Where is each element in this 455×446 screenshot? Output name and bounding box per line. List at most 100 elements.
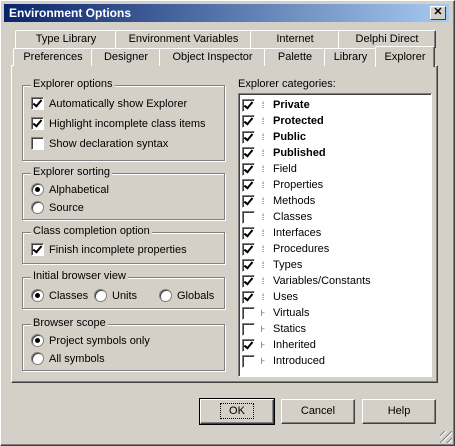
ok-button-label: OK: [220, 403, 254, 419]
node-icon: ⁞: [261, 180, 265, 190]
list-item[interactable]: ⁞ Protected: [242, 113, 324, 129]
tab-internet[interactable]: Internet: [250, 30, 340, 48]
tab-library[interactable]: Library: [324, 48, 377, 66]
checkbox-icon[interactable]: [242, 322, 255, 336]
list-item-label: Published: [273, 147, 326, 159]
list-item[interactable]: ⁞ Methods: [242, 193, 315, 209]
checkbox-icon[interactable]: [242, 194, 255, 208]
list-item-label: Public: [273, 131, 307, 143]
list-item-label: Introduced: [273, 355, 325, 367]
auto-show-explorer-checkbox[interactable]: Automatically show Explorer: [31, 97, 187, 110]
ok-button[interactable]: OK: [199, 398, 275, 425]
scope-project-symbols-radio[interactable]: Project symbols only: [31, 334, 150, 347]
list-item[interactable]: ⁞ Published: [242, 145, 326, 161]
node-icon: ⁞: [261, 148, 265, 158]
node-icon: ⁞: [261, 164, 265, 174]
cancel-button[interactable]: Cancel: [281, 399, 355, 424]
checkbox-icon[interactable]: [242, 258, 255, 272]
checkbox-icon[interactable]: [242, 226, 255, 240]
close-button[interactable]: ✕: [430, 6, 446, 20]
tab-type-library[interactable]: Type Library: [15, 30, 117, 48]
radio-icon[interactable]: [159, 289, 172, 302]
radio-icon[interactable]: [94, 289, 107, 302]
radio-icon[interactable]: [31, 183, 44, 196]
list-item[interactable]: ⊦ Statics: [242, 321, 306, 337]
list-item-label: Variables/Constants: [273, 275, 371, 287]
checkbox-icon[interactable]: [242, 130, 255, 144]
list-item[interactable]: ⁞ Types: [242, 257, 302, 273]
radio-icon[interactable]: [31, 289, 44, 302]
tab-object-inspector[interactable]: Object Inspector: [159, 48, 266, 66]
tab-designer[interactable]: Designer: [91, 48, 161, 66]
checkbox-icon[interactable]: [242, 146, 255, 160]
view-classes-label: Classes: [49, 289, 89, 302]
checkbox-icon[interactable]: [242, 274, 255, 288]
node-icon: ⁞: [261, 228, 265, 238]
sort-alphabetical-radio[interactable]: Alphabetical: [31, 183, 109, 196]
view-units-radio[interactable]: Units: [94, 289, 137, 302]
class-completion-group: Class completion option Finish incomplet…: [22, 225, 225, 264]
checkbox-icon[interactable]: [242, 210, 255, 224]
checkbox-icon[interactable]: [242, 290, 255, 304]
checkbox-icon[interactable]: [242, 306, 255, 320]
finish-incomplete-properties-checkbox[interactable]: Finish incomplete properties: [31, 243, 187, 256]
tab-explorer[interactable]: Explorer: [375, 46, 435, 67]
checkbox-icon[interactable]: [242, 178, 255, 192]
list-item[interactable]: ⊦ Introduced: [242, 353, 325, 369]
tab-preferences[interactable]: Preferences: [13, 48, 93, 66]
scope-all-symbols-radio[interactable]: All symbols: [31, 352, 105, 365]
node-icon: ⁞: [261, 212, 265, 222]
highlight-incomplete-label: Highlight incomplete class items: [49, 117, 206, 130]
title-bar[interactable]: Environment Options ✕: [4, 4, 449, 22]
list-item[interactable]: ⊦ Virtuals: [242, 305, 309, 321]
show-declaration-syntax-label: Show declaration syntax: [49, 137, 169, 150]
highlight-incomplete-checkbox[interactable]: Highlight incomplete class items: [31, 117, 206, 130]
list-item[interactable]: ⁞ Procedures: [242, 241, 329, 257]
checkbox-icon[interactable]: [242, 338, 255, 352]
list-item-label: Field: [273, 163, 297, 175]
environment-options-dialog: Environment Options ✕ Type Library Envir…: [0, 0, 455, 446]
checkbox-icon[interactable]: [31, 137, 44, 150]
list-item-label: Interfaces: [273, 227, 322, 239]
checkbox-icon[interactable]: [31, 97, 44, 110]
checkbox-icon[interactable]: [31, 117, 44, 130]
show-declaration-syntax-checkbox[interactable]: Show declaration syntax: [31, 137, 168, 150]
list-item[interactable]: ⁞ Field: [242, 161, 297, 177]
radio-icon[interactable]: [31, 201, 44, 214]
list-item-label: Statics: [273, 323, 307, 335]
list-item-label: Virtuals: [273, 307, 310, 319]
explorer-categories-list[interactable]: ⁞ Private ⁞ Protected ⁞ Public ⁞ Published ⁞…: [238, 93, 432, 377]
tab-environment-variables[interactable]: Environment Variables: [115, 30, 252, 48]
checkbox-icon[interactable]: [31, 243, 44, 256]
list-item[interactable]: ⊦ Inherited: [242, 337, 316, 353]
sort-alphabetical-label: Alphabetical: [49, 183, 109, 196]
list-item[interactable]: ⁞ Properties: [242, 177, 323, 193]
checkbox-icon[interactable]: [242, 98, 255, 112]
checkbox-icon[interactable]: [242, 354, 255, 368]
resize-grip-icon[interactable]: [440, 431, 452, 443]
node-icon: ⁞: [261, 196, 265, 206]
list-item[interactable]: ⁞ Public: [242, 129, 306, 145]
radio-icon[interactable]: [31, 352, 44, 365]
list-item-label: Properties: [273, 179, 324, 191]
tab-palette[interactable]: Palette: [264, 48, 326, 66]
tree-node-icon: ⊦: [260, 323, 266, 334]
auto-show-explorer-label: Automatically show Explorer: [49, 97, 188, 110]
list-item[interactable]: ⁞ Private: [242, 97, 310, 113]
checkbox-icon[interactable]: [242, 242, 255, 256]
list-item[interactable]: ⁞ Variables/Constants: [242, 273, 371, 289]
view-globals-radio[interactable]: Globals: [159, 289, 214, 302]
explorer-tab-panel: Explorer options Automatically show Expl…: [11, 65, 438, 383]
sort-source-label: Source: [49, 201, 84, 214]
finish-incomplete-properties-label: Finish incomplete properties: [49, 243, 187, 256]
sort-source-radio[interactable]: Source: [31, 201, 84, 214]
checkbox-icon[interactable]: [242, 162, 255, 176]
view-classes-radio[interactable]: Classes: [31, 289, 88, 302]
list-item[interactable]: ⁞ Interfaces: [242, 225, 321, 241]
radio-icon[interactable]: [31, 334, 44, 347]
help-button[interactable]: Help: [362, 399, 436, 424]
list-item[interactable]: ⁞ Classes: [242, 209, 312, 225]
checkbox-icon[interactable]: [242, 114, 255, 128]
explorer-sorting-group: Explorer sorting Alphabetical Source: [22, 166, 225, 220]
list-item[interactable]: ⁞ Uses: [242, 289, 298, 305]
